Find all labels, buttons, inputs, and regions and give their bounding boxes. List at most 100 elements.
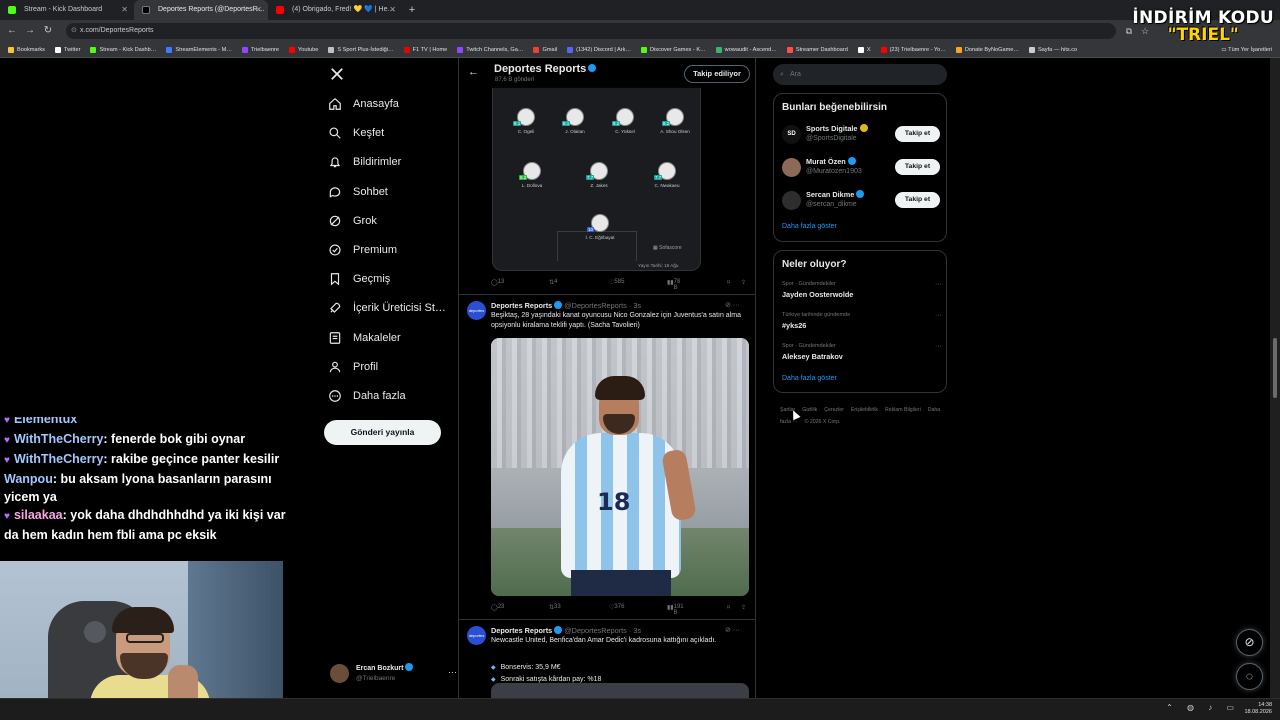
nav-item-article[interactable]: Makaleler	[328, 327, 401, 349]
bookmark-item[interactable]: Stream - Kick Dashb…	[90, 46, 156, 53]
share-icon[interactable]: ⇪	[741, 279, 746, 286]
nav-item-profile[interactable]: Profil	[328, 356, 378, 378]
trend-more-icon[interactable]: ···	[935, 281, 942, 288]
trend-item[interactable]: Spor · Gündemdekiler Jayden Oosterwolde ··…	[782, 281, 942, 299]
close-tab-icon[interactable]: ✕	[389, 0, 396, 20]
bookmark-item[interactable]: (1342) Discord | Ark…	[567, 46, 631, 53]
suggested-account[interactable]: SD Sports Digitale @SportsDigitale Takip et	[782, 122, 942, 148]
bookmark-item[interactable]: Youtube	[289, 46, 318, 53]
messages-icon[interactable]: ◌	[1236, 663, 1263, 690]
show-more-link[interactable]: Daha fazla göster	[782, 375, 837, 382]
post-button[interactable]: Gönderi yayınla	[324, 420, 441, 445]
lineup-graphic[interactable]: ▦ Sofascore Yayın Tarihi: 18 Ağu 8.1 C. O…	[492, 86, 701, 271]
follow-button[interactable]: Takip et	[895, 159, 940, 175]
follow-button[interactable]: Takip et	[895, 192, 940, 208]
lineup-player[interactable]: 8.1 C. Ogeli	[505, 108, 547, 134]
following-button[interactable]: Takip ediliyor	[684, 65, 750, 83]
nav-item-grok[interactable]: Grok	[328, 210, 377, 232]
tab-youtube-video[interactable]: (4) Obrigado, Fred! 💛 💙 | He… ✕	[268, 0, 402, 20]
trend-item[interactable]: Spor · Gündemdekiler Aleksey Batrakov ···	[782, 343, 942, 361]
tab-kick-dashboard[interactable]: Stream - Kick Dashboard ✕	[0, 0, 134, 20]
footer-link[interactable]: Gizlilik	[802, 407, 817, 413]
bookmark-item[interactable]: X	[857, 46, 871, 53]
back-arrow-icon[interactable]: ←	[468, 66, 479, 78]
site-info-icon[interactable]: ⊙	[71, 23, 77, 39]
views-button[interactable]: ▮▮ 191 B	[667, 604, 684, 616]
footer-link[interactable]: Reklam Bilgileri	[885, 407, 921, 413]
bookmark-item[interactable]: F1 TV | Home	[403, 46, 447, 53]
like-button[interactable]: ♡ 585	[609, 279, 624, 286]
clock[interactable]: 14:38 18.08.2026	[1244, 702, 1272, 716]
close-tab-icon[interactable]: ✕	[121, 0, 128, 20]
nav-item-home[interactable]: Anasayfa	[328, 93, 399, 115]
bookmark-item[interactable]: Twitch Channels, Ga…	[457, 46, 523, 53]
trend-more-icon[interactable]: ···	[935, 343, 942, 350]
footer-link[interactable]: Çerezler	[824, 407, 844, 413]
lineup-player[interactable]: 8.2 L. Dollova	[511, 162, 553, 188]
tweet-menu[interactable]: ⊘ ···	[725, 301, 740, 309]
grok-icon[interactable]: ⊘	[1236, 629, 1263, 656]
bookmark-item[interactable]: Discover Games - K…	[641, 46, 706, 53]
nav-item-premium[interactable]: Premium	[328, 239, 397, 261]
follow-button[interactable]: Takip et	[895, 126, 940, 142]
forward-arrow-icon[interactable]: →	[22, 20, 38, 42]
back-arrow-icon[interactable]: ←	[4, 20, 20, 42]
tweet-photo[interactable]: 18	[491, 338, 749, 596]
trend-item[interactable]: Türkiye tarihinde gündemde #yks26 ···	[782, 312, 942, 330]
nav-item-chat[interactable]: Sohbet	[328, 181, 388, 203]
search-input[interactable]: ⌕ Ara	[773, 64, 947, 85]
nav-item-rocket[interactable]: İçerik Üreticisi St…	[328, 297, 446, 319]
suggested-account[interactable]: Sercan Dikme @sercan_dikme Takip et	[782, 188, 942, 214]
avatar[interactable]	[782, 158, 801, 177]
account-switcher[interactable]: Ercan Bozkurt @Trielbaenre ···	[330, 662, 460, 686]
bookmark-item[interactable]: Streamer Dashboard	[786, 46, 848, 53]
bookmark-item[interactable]: Gmail	[533, 46, 557, 53]
bookmark-item[interactable]: (23) Trielbaenre - Yo…	[880, 46, 946, 53]
bookmark-item[interactable]: S Sport Plus-İstediği…	[328, 46, 394, 53]
lineup-player[interactable]: 7.7 Z. Jakes	[578, 162, 620, 188]
avatar[interactable]: SD	[782, 125, 801, 144]
reload-icon[interactable]: ↻	[40, 20, 56, 42]
show-more-link[interactable]: Daha fazla göster	[782, 223, 837, 230]
lineup-player[interactable]: 7.7 C. Nwakaeu	[646, 162, 688, 188]
nav-item-search[interactable]: Keşfet	[328, 122, 384, 144]
like-button[interactable]: ♡ 376	[609, 604, 624, 611]
lineup-player[interactable]: 8.2 A. Shou Olsen	[654, 108, 696, 134]
reply-button[interactable]: ◯ 13	[491, 279, 504, 286]
tweet-menu[interactable]: ⊘ ···	[725, 626, 740, 634]
close-tab-icon[interactable]: ✕	[255, 0, 262, 20]
system-tray[interactable]: ⌃ ◍ ♪ ▭	[1166, 703, 1240, 712]
trend-more-icon[interactable]: ···	[935, 312, 942, 319]
bookmark-item[interactable]: Trielbaenre	[241, 46, 279, 53]
avatar[interactable]	[782, 191, 801, 210]
url-bar[interactable]: ⊙ x.com/DeportesReports	[66, 23, 1116, 39]
tweet-media-preview[interactable]	[491, 683, 749, 698]
bookmark-item[interactable]: StreamElements - M…	[166, 46, 232, 53]
avatar[interactable]: deportes	[467, 626, 486, 645]
bookmark-icon[interactable]: ⌑	[727, 604, 730, 611]
avatar[interactable]: deportes	[467, 301, 486, 320]
nav-item-more-circle[interactable]: Daha fazla	[328, 385, 406, 407]
lineup-player[interactable]: 10 İ. C. Eğribayat	[579, 214, 621, 240]
bookmark-icon[interactable]: ⌑	[727, 279, 730, 286]
suggested-account[interactable]: Murat Özen @Muratozen1903 Takip et	[782, 155, 942, 181]
footer-link[interactable]: © 2026 X Corp.	[805, 419, 841, 425]
bookmark-item[interactable]: Donate ByNoGame…	[955, 46, 1019, 53]
x-logo-icon[interactable]	[330, 67, 344, 81]
bookmark-item[interactable]: wowaudit - Ascend…	[715, 46, 777, 53]
nav-item-bookmark[interactable]: Geçmiş	[328, 268, 390, 290]
share-icon[interactable]: ⇪	[741, 604, 746, 611]
repost-button[interactable]: ⇅ 33	[549, 604, 561, 611]
nav-item-bell[interactable]: Bildirimler	[328, 151, 401, 173]
account-more-icon[interactable]: ···	[448, 667, 457, 677]
lineup-player[interactable]: 8.1 J. Olaitan	[554, 108, 596, 134]
reply-button[interactable]: ◯ 23	[491, 604, 504, 611]
scrollbar-thumb[interactable]	[1273, 338, 1277, 398]
bookmark-item[interactable]: Sayfa — hits.co	[1028, 46, 1077, 53]
views-button[interactable]: ▮▮ 78 B	[667, 279, 680, 291]
lineup-player[interactable]: 8.2 C. Yüksel	[604, 108, 646, 134]
tab-deportes-reports[interactable]: Deportes Reports (@DeportesR… ✕	[134, 0, 268, 20]
footer-link[interactable]: Erişilebilirlik	[851, 407, 878, 413]
repost-button[interactable]: ⇅ 4	[549, 279, 557, 286]
new-tab-button[interactable]: +	[402, 0, 422, 20]
